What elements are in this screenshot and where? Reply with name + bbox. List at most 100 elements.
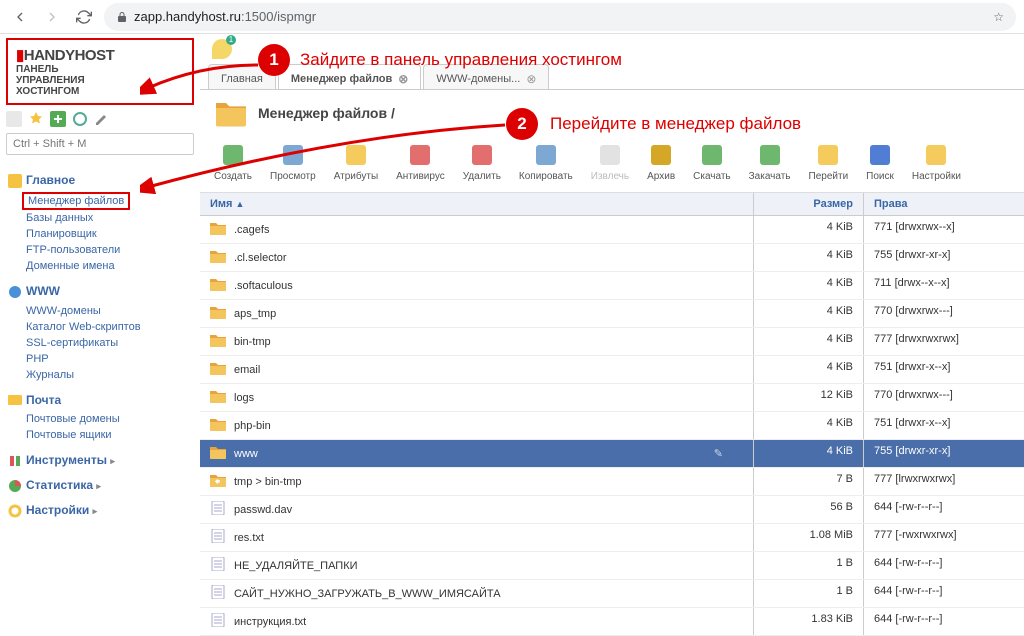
nav-group-mail[interactable]: Почта (8, 393, 194, 408)
file-name: logs (234, 392, 254, 404)
file-name: tmp > bin-tmp (234, 476, 302, 488)
file-list: .cagefs4 KiB771 [drwxrwx--x].cl.selector… (200, 216, 1024, 636)
nav-group-tools[interactable]: Инструменты ▸ (8, 453, 194, 468)
file-row[interactable]: .softaculous4 KiB711 [drwx--x--x] (200, 272, 1024, 300)
file-size: 4 KiB (754, 412, 864, 439)
back-button[interactable] (8, 5, 32, 29)
address-bar[interactable]: zapp.handyhost.ru:1500/ispmgr ☆ (104, 3, 1016, 31)
nav-databases[interactable]: Базы данных (6, 210, 194, 226)
file-row[interactable]: САЙТ_НУЖНО_ЗАГРУЖАТЬ_В_WWW_ИМЯСАЙТА 1 B64… (200, 580, 1024, 608)
nav-ftp-users[interactable]: FTP-пользователи (6, 242, 194, 258)
file-perm: 777 [drwxrwxrwx] (864, 328, 1024, 355)
close-icon[interactable]: ⊗ (526, 72, 536, 86)
toolbar-скачать[interactable]: Скачать (693, 142, 731, 182)
nav-www-domains[interactable]: WWW-домены (6, 303, 194, 319)
toolbar-icon (597, 142, 623, 168)
file-perm: 644 [-rw-r--r--] (864, 552, 1024, 579)
toolbar-label: Перейти (809, 171, 849, 182)
add-icon[interactable] (50, 111, 66, 127)
file-name: res.txt (234, 532, 264, 544)
file-size: 1.83 KiB (754, 608, 864, 635)
folder-icon (210, 305, 226, 322)
nav-group-stats[interactable]: Статистика ▸ (8, 478, 194, 493)
toolbar-копировать[interactable]: Копировать (519, 142, 573, 182)
nav-logs[interactable]: Журналы (6, 367, 194, 383)
file-name: САЙТ_НУЖНО_ЗАГРУЖАТЬ_В_WWW_ИМЯСАЙТА (234, 588, 501, 600)
file-icon (210, 585, 226, 602)
toolbar-icon (867, 142, 893, 168)
col-name-header[interactable]: Имя▲ (200, 193, 754, 215)
file-size: 4 KiB (754, 300, 864, 327)
nav-mailboxes[interactable]: Почтовые ящики (6, 427, 194, 443)
toolbar-поиск[interactable]: Поиск (866, 142, 894, 182)
file-size: 1 B (754, 552, 864, 579)
url-text: zapp.handyhost.ru:1500/ispmgr (134, 9, 316, 24)
nav-ssl[interactable]: SSL-сертификаты (6, 335, 194, 351)
file-size: 4 KiB (754, 216, 864, 243)
toolbar-label: Настройки (912, 171, 961, 182)
nav-scheduler[interactable]: Планировщик (6, 226, 194, 242)
file-row[interactable]: инструкция.txt1.83 KiB644 [-rw-r--r--] (200, 608, 1024, 636)
file-perm: 777 [lrwxrwxrwx] (864, 468, 1024, 495)
edit-icon[interactable] (94, 111, 110, 127)
nav-php[interactable]: PHP (6, 351, 194, 367)
file-row[interactable]: email4 KiB751 [drwxr-x--x] (200, 356, 1024, 384)
forward-button[interactable] (40, 5, 64, 29)
toolbar-icon (815, 142, 841, 168)
file-name: инструкция.txt (234, 616, 306, 628)
file-row[interactable]: res.txt1.08 MiB777 [-rwxrwxrwx] (200, 524, 1024, 552)
folder-icon (210, 417, 226, 434)
folder-icon (210, 445, 226, 462)
file-row[interactable]: passwd.dav56 B644 [-rw-r--r--] (200, 496, 1024, 524)
file-size: 56 B (754, 496, 864, 523)
file-row[interactable]: tmp > bin-tmp7 B777 [lrwxrwxrwx] (200, 468, 1024, 496)
file-row[interactable]: .cagefs4 KiB771 [drwxrwx--x] (200, 216, 1024, 244)
edit-icon[interactable]: ✎ (714, 447, 723, 460)
file-row[interactable]: logs12 KiB770 [drwxrwx---] (200, 384, 1024, 412)
file-row[interactable]: aps_tmp4 KiB770 [drwxrwx---] (200, 300, 1024, 328)
annotation-badge-1: 1 (258, 44, 290, 76)
home-icon[interactable] (6, 111, 22, 127)
toolbar-icon (533, 142, 559, 168)
nav-group-settings[interactable]: Настройки ▸ (8, 503, 194, 518)
file-row[interactable]: php-bin4 KiB751 [drwxr-x--x] (200, 412, 1024, 440)
close-icon[interactable]: ⊗ (398, 72, 408, 86)
annotation-text-1: Зайдите в панель управления хостингом (300, 50, 622, 70)
file-size: 4 KiB (754, 272, 864, 299)
file-size: 4 KiB (754, 328, 864, 355)
file-row[interactable]: НЕ_УДАЛЯЙТЕ_ПАПКИ1 B644 [-rw-r--r--] (200, 552, 1024, 580)
toolbar-настройки[interactable]: Настройки (912, 142, 961, 182)
file-perm: 751 [drwxr-x--x] (864, 412, 1024, 439)
col-perm-header[interactable]: Права (864, 193, 1024, 215)
file-perm: 711 [drwx--x--x] (864, 272, 1024, 299)
file-row[interactable]: .cl.selector4 KiB755 [drwxr-xr-x] (200, 244, 1024, 272)
nav-group-www[interactable]: WWW (8, 284, 194, 299)
file-size: 4 KiB (754, 356, 864, 383)
nav-domains[interactable]: Доменные имена (6, 258, 194, 274)
file-name: email (234, 364, 260, 376)
toolbar-label: Скачать (693, 171, 731, 182)
sidebar: ▮HANDYHOST ПАНЕЛЬ УПРАВЛЕНИЯ ХОСТИНГОМ Г… (0, 34, 200, 559)
star-icon[interactable]: ☆ (993, 10, 1004, 24)
toolbar-архив[interactable]: Архив (647, 142, 675, 182)
file-size: 1 B (754, 580, 864, 607)
file-icon (210, 613, 226, 630)
file-icon (210, 557, 226, 574)
file-row[interactable]: www✎4 KiB755 [drwxr-xr-x] (200, 440, 1024, 468)
toolbar-закачать[interactable]: Закачать (749, 142, 791, 182)
folder-icon (210, 249, 226, 266)
refresh-icon[interactable] (72, 111, 88, 127)
toolbar-icon (699, 142, 725, 168)
folder-icon (210, 277, 226, 294)
favorite-icon[interactable] (28, 111, 44, 127)
reload-button[interactable] (72, 5, 96, 29)
nav-mail-domains[interactable]: Почтовые домены (6, 411, 194, 427)
file-perm: 644 [-rw-r--r--] (864, 580, 1024, 607)
nav-file-manager[interactable]: Менеджер файлов (22, 192, 130, 210)
toolbar-перейти[interactable]: Перейти (809, 142, 849, 182)
nav-web-scripts[interactable]: Каталог Web-скриптов (6, 319, 194, 335)
bell-icon[interactable] (212, 39, 232, 59)
sort-asc-icon: ▲ (235, 199, 244, 209)
file-row[interactable]: bin-tmp4 KiB777 [drwxrwxrwx] (200, 328, 1024, 356)
col-size-header[interactable]: Размер (754, 193, 864, 215)
